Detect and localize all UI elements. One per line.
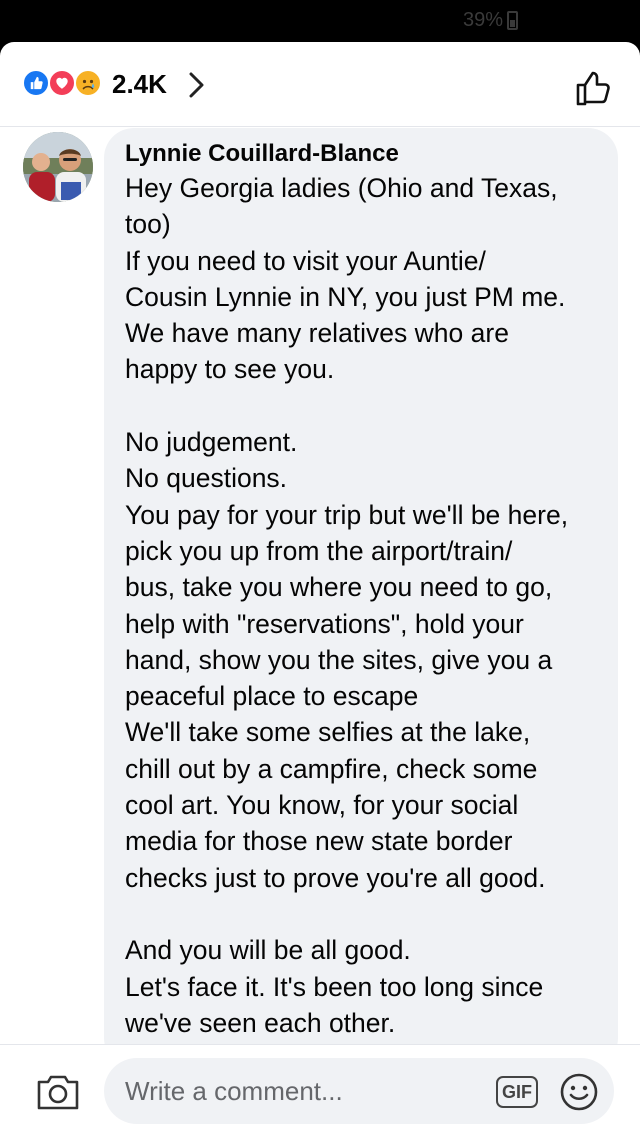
sad-icon — [74, 69, 102, 97]
love-icon — [48, 69, 76, 97]
comment-line: And you will be all good. — [125, 935, 411, 966]
gif-button[interactable]: GIF — [496, 1076, 538, 1108]
reaction-count[interactable]: 2.4K — [112, 69, 167, 99]
comment-line — [125, 896, 615, 932]
comment-line: too) — [125, 209, 171, 240]
comment-line: media for those new state border — [125, 826, 513, 857]
comment-input[interactable]: Write a comment... GIF — [104, 1058, 614, 1124]
comment-line: No judgement. — [125, 427, 298, 458]
comment-line: pick you up from the airport/train/ — [125, 535, 513, 566]
battery-percent: 39% — [462, 9, 503, 31]
comment-line: chill out by a campfire, check some — [125, 753, 538, 784]
comment-line: peaceful place to escape — [125, 681, 419, 712]
like-icon — [22, 69, 50, 97]
comment-line — [125, 388, 615, 424]
comment-line: help with "reservations", hold your — [125, 608, 524, 639]
battery-indicator: 39% — [463, 9, 518, 32]
comment-line: happy to see you. — [125, 354, 335, 385]
comments-sheet: 2.4K Lynnie Couillard-Blance Hey Georgia… — [0, 42, 640, 1136]
battery-icon — [507, 11, 518, 30]
avatar[interactable] — [23, 132, 93, 202]
camera-icon[interactable] — [36, 1073, 80, 1111]
comment-input-placeholder: Write a comment... — [125, 1076, 343, 1106]
comment-line: checks just to prove you're all good. — [125, 862, 546, 893]
comment-line: Hey Georgia ladies (Ohio and Texas, — [125, 173, 558, 203]
comment-line: You pay for your trip but we'll be here, — [125, 499, 569, 530]
comment-line: We'll take some selfies at the lake, — [125, 717, 531, 748]
comment-line: Cousin Lynnie in NY, you just PM me. — [125, 281, 566, 312]
comment-line: bus, take you where you need to go, — [125, 572, 553, 603]
reactions-header: 2.4K — [0, 42, 640, 127]
comment-line-last: we've seen each other. — [125, 1005, 615, 1041]
comment-line: If you need to visit your Auntie/ — [125, 245, 486, 276]
comment-text: Hey Georgia ladies (Ohio and Texas, too)… — [125, 170, 615, 1041]
comment-line: cool art. You know, for your social — [125, 790, 519, 821]
comment-line: No questions. — [125, 463, 288, 494]
comment-line-text: we've seen each other. — [125, 1007, 396, 1038]
status-bar: 39% — [0, 0, 640, 42]
comment-bubble: Lynnie Couillard-Blance Hey Georgia ladi… — [104, 128, 618, 1044]
comment-line: We have many relatives who are — [125, 318, 509, 349]
chevron-right-icon[interactable] — [188, 72, 206, 98]
comment-item: Lynnie Couillard-Blance Hey Georgia ladi… — [0, 128, 640, 1044]
comment-line: hand, show you the sites, give you a — [125, 644, 553, 675]
comment-author[interactable]: Lynnie Couillard-Blance — [125, 139, 399, 169]
emoji-icon[interactable] — [559, 1072, 599, 1112]
thumbs-up-icon[interactable] — [574, 68, 614, 108]
comment-line: Let's face it. It's been too long since — [125, 971, 544, 1002]
comment-composer: Write a comment... GIF — [0, 1044, 640, 1136]
reaction-summary[interactable] — [22, 69, 108, 99]
